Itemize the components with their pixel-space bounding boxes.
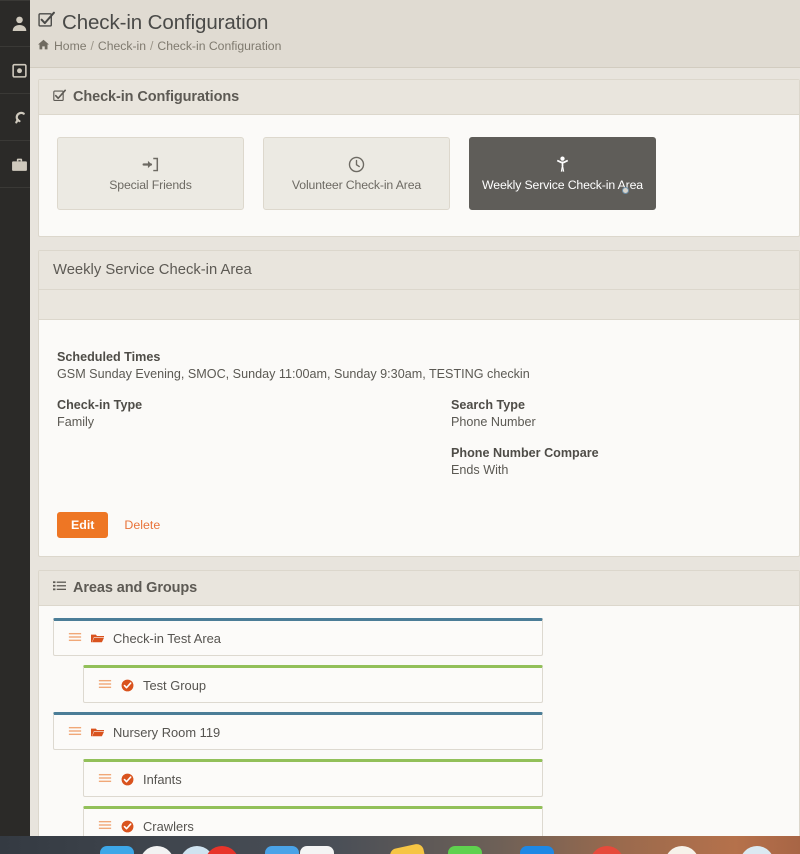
person-icon (11, 15, 28, 32)
breadcrumb-separator: / (150, 39, 153, 53)
notes-icon[interactable] (389, 843, 429, 854)
screen-root: Check-in Configuration Home / Check-in /… (0, 0, 800, 854)
drag-handle-icon[interactable] (98, 771, 112, 787)
field-label: Check-in Type (57, 398, 419, 412)
areas-and-groups-tree: Check-in Test Area Test Group (39, 606, 799, 836)
tree-item-group[interactable]: Crawlers (83, 806, 543, 836)
tree-item-label: Infants (143, 772, 182, 787)
sidebar-item-note[interactable] (0, 47, 30, 94)
detail-panel-subtoolbar (39, 290, 799, 320)
field-label: Scheduled Times (57, 350, 781, 364)
edit-button[interactable]: Edit (57, 512, 108, 538)
field-value: GSM Sunday Evening, SMOC, Sunday 11:00am… (57, 367, 781, 381)
config-card-label: Special Friends (109, 178, 192, 192)
config-card-row: Special Friends Volunteer Check-in Area (57, 137, 781, 210)
field-scheduled-times: Scheduled Times GSM Sunday Evening, SMOC… (57, 350, 781, 381)
siri-icon[interactable] (140, 846, 174, 854)
finder-icon[interactable] (100, 846, 134, 854)
check-circle-icon (121, 773, 134, 786)
messages-icon[interactable] (448, 846, 482, 854)
child-icon (554, 156, 571, 173)
mail-icon[interactable] (265, 846, 299, 854)
left-sidebar (0, 0, 30, 836)
drag-handle-icon[interactable] (68, 724, 82, 740)
config-card-label: Weekly Service Check-in Area (482, 178, 643, 192)
detail-panel-body: Scheduled Times GSM Sunday Evening, SMOC… (39, 320, 799, 556)
checkin-configurations-body: Special Friends Volunteer Check-in Area (39, 115, 799, 236)
breadcrumb-item-home[interactable]: Home (54, 39, 87, 53)
weekly-service-detail-panel: Weekly Service Check-in Area Scheduled T… (38, 250, 800, 557)
tree-item-group[interactable]: Test Group (83, 665, 543, 703)
breadcrumb-separator: / (91, 39, 94, 53)
detail-action-row: Edit Delete (57, 512, 781, 538)
tree-item-area[interactable]: Check-in Test Area (53, 618, 543, 656)
drag-handle-icon[interactable] (68, 630, 82, 646)
folder-open-icon (91, 726, 104, 739)
field-label: Phone Number Compare (451, 446, 781, 460)
macos-dock (0, 836, 800, 854)
config-card-weekly-service-checkin-area[interactable]: Weekly Service Check-in Area (469, 137, 656, 210)
field-value: Ends With (451, 463, 781, 477)
page-title: Check-in Configuration (38, 10, 800, 36)
detail-columns: Check-in Type Family Search Type Phone N… (57, 398, 781, 494)
sidebar-item-briefcase[interactable] (0, 141, 30, 188)
breadcrumb: Home / Check-in / Check-in Configuration (38, 39, 800, 53)
breadcrumb-item-checkin[interactable]: Check-in (98, 39, 146, 53)
page-title-text: Check-in Configuration (62, 10, 268, 36)
briefcase-icon (11, 156, 28, 173)
panel-heading-text: Areas and Groups (73, 580, 197, 596)
tree-item-label: Test Group (143, 678, 206, 693)
tree-item-label: Check-in Test Area (113, 631, 221, 646)
folder-open-icon (91, 632, 104, 645)
tree-item-label: Nursery Room 119 (113, 725, 220, 740)
clock-icon (348, 156, 365, 173)
config-card-label: Volunteer Check-in Area (292, 178, 421, 192)
tree-item-group[interactable]: Infants (83, 759, 543, 797)
detail-column-left: Check-in Type Family (57, 398, 419, 494)
field-value: Family (57, 415, 419, 429)
check-circle-icon (121, 679, 134, 692)
field-checkin-type: Check-in Type Family (57, 398, 419, 429)
checkin-configurations-panel: Check-in Configurations Special Friends (38, 79, 800, 237)
detail-panel-heading: Weekly Service Check-in Area (39, 251, 799, 290)
tree-item-label: Crawlers (143, 819, 194, 834)
areas-and-groups-heading: Areas and Groups (39, 571, 799, 606)
panel-heading-text: Check-in Configurations (73, 89, 239, 105)
safari-icon[interactable] (740, 846, 774, 854)
page-header: Check-in Configuration Home / Check-in /… (30, 0, 800, 68)
check-circle-icon (121, 820, 134, 833)
config-card-volunteer-checkin-area[interactable]: Volunteer Check-in Area (263, 137, 450, 210)
main-content: Check-in Configuration Home / Check-in /… (30, 0, 800, 836)
link-icon (11, 109, 28, 126)
field-phone-number-compare: Phone Number Compare Ends With (451, 446, 781, 477)
photos-icon[interactable] (520, 846, 554, 854)
sidebar-item-person[interactable] (0, 0, 30, 47)
field-search-type: Search Type Phone Number (451, 398, 781, 429)
calendar-icon[interactable] (300, 846, 334, 854)
config-card-special-friends[interactable]: Special Friends (57, 137, 244, 210)
sidebar-item-link[interactable] (0, 94, 30, 141)
areas-and-groups-panel: Areas and Groups Check-in (38, 570, 800, 836)
note-icon (11, 62, 28, 79)
breadcrumb-item-current: Check-in Configuration (157, 39, 281, 53)
appstore-icon[interactable] (205, 846, 239, 854)
checkin-configurations-heading: Check-in Configurations (39, 80, 799, 115)
home-icon (38, 39, 49, 53)
chrome-icon[interactable] (590, 846, 624, 854)
cursor-indicator (622, 187, 629, 194)
detail-column-right: Search Type Phone Number Phone Number Co… (419, 398, 781, 494)
drag-handle-icon[interactable] (98, 818, 112, 834)
list-icon (53, 580, 66, 596)
delete-button[interactable]: Delete (118, 512, 166, 538)
tree-item-area[interactable]: Nursery Room 119 (53, 712, 543, 750)
field-label: Search Type (451, 398, 781, 412)
sign-in-icon (142, 156, 159, 173)
check-square-icon (53, 89, 66, 105)
check-square-icon (38, 10, 55, 36)
word-icon[interactable] (665, 846, 699, 854)
field-value: Phone Number (451, 415, 781, 429)
drag-handle-icon[interactable] (98, 677, 112, 693)
